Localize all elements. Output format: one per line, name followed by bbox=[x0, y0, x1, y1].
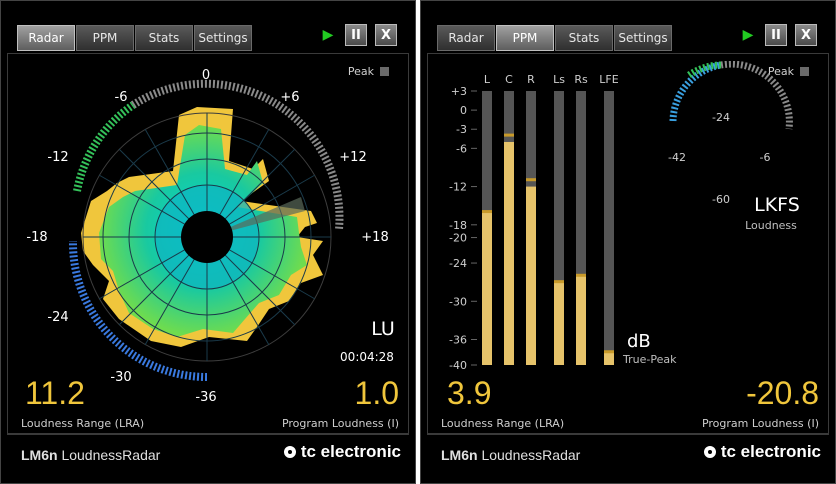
tab-settings[interactable]: Settings bbox=[194, 25, 252, 51]
lkfs-tick-minus42: -42 bbox=[668, 151, 686, 164]
lra-value: 11.2 bbox=[25, 375, 85, 411]
ppm-scale-label: -36 bbox=[449, 334, 467, 347]
peak-sub: True-Peak bbox=[622, 353, 677, 366]
ppm-scale-label: +3 bbox=[451, 85, 467, 98]
tab-radar[interactable]: Radar bbox=[437, 25, 495, 51]
tab-stats[interactable]: Stats bbox=[555, 25, 613, 51]
ppm-channel-lfe: LFE bbox=[599, 73, 618, 86]
ppm-bar-level bbox=[526, 186, 536, 365]
ppm-meter: +30-3-6-12-18-20-24-30-36-40 L C R Ls Rs LFE … bbox=[449, 61, 800, 372]
ppm-scale-label: -40 bbox=[449, 359, 467, 372]
ppm-peak-hold bbox=[554, 280, 564, 284]
ppm-peak-hold bbox=[482, 210, 492, 214]
play-button[interactable]: ▶ bbox=[737, 24, 759, 46]
program-loudness-label: Program Loudness (I) bbox=[281, 417, 399, 430]
ppm-bar-track bbox=[604, 91, 614, 365]
radar-center bbox=[181, 211, 233, 263]
tc-logo-icon bbox=[283, 446, 296, 458]
lkfs-tick-minus6: -6 bbox=[760, 151, 771, 164]
lkfs-sub: Loudness bbox=[745, 219, 797, 232]
radar-tick-0: 0 bbox=[202, 68, 210, 83]
pause-button[interactable]: II bbox=[345, 24, 367, 46]
product-name: LM6n LoudnessRadar bbox=[21, 447, 160, 463]
ppm-channel-labels: L C R Ls Rs LFE bbox=[484, 73, 619, 86]
radar-tick-minus24: -24 bbox=[47, 310, 68, 325]
program-loudness-label: Program Loudness (I) bbox=[701, 417, 819, 430]
app-name: LoudnessRadar bbox=[481, 447, 581, 463]
ppm-channel-c: C bbox=[505, 73, 513, 86]
lra-value: 3.9 bbox=[447, 375, 492, 411]
radar-tick-minus18: -18 bbox=[26, 230, 47, 245]
ppm-scale-label: -20 bbox=[449, 232, 467, 245]
maker-name: tc electronic bbox=[300, 442, 401, 461]
radar-tick-minus36: -36 bbox=[195, 390, 216, 405]
tab-bar: Radar PPM Stats Settings bbox=[17, 25, 253, 53]
divider bbox=[427, 433, 829, 435]
tc-logo-icon bbox=[703, 446, 716, 458]
ppm-scale-label: 0 bbox=[460, 104, 467, 117]
product-name: LM6n LoudnessRadar bbox=[441, 447, 580, 463]
tab-ppm[interactable]: PPM bbox=[496, 25, 554, 51]
radar-tick-plus6: +6 bbox=[280, 90, 299, 105]
lkfs-unit: LKFS bbox=[754, 194, 800, 216]
ppm-peak-hold bbox=[504, 133, 514, 137]
ppm-channel-rs: Rs bbox=[574, 73, 588, 86]
ppm-peak-hold bbox=[576, 273, 586, 277]
maker-name: tc electronic bbox=[720, 442, 821, 461]
tab-radar[interactable]: Radar bbox=[17, 25, 75, 51]
ppm-peak-hold bbox=[526, 178, 536, 182]
pause-button[interactable]: II bbox=[765, 24, 787, 46]
tab-stats[interactable]: Stats bbox=[135, 25, 193, 51]
radar-tick-plus12: +12 bbox=[339, 150, 366, 165]
ppm-scale: +3 0 -3 -6 -12 -18-20 -24 -30 -36 -40 bbox=[449, 85, 477, 372]
maker-logo: tc electronic bbox=[283, 442, 401, 462]
ppm-bar-level bbox=[576, 275, 586, 365]
tab-ppm[interactable]: PPM bbox=[76, 25, 134, 51]
model-name: LM6n bbox=[441, 447, 478, 463]
program-loudness-value: -20.8 bbox=[746, 375, 819, 411]
ppm-channel-ls: Ls bbox=[553, 73, 565, 86]
ppm-scale-label: -3 bbox=[456, 123, 467, 136]
ppm-bar-level bbox=[504, 141, 514, 365]
elapsed-time: 00:04:28 bbox=[340, 350, 394, 364]
ppm-bar-level bbox=[482, 212, 492, 365]
maker-logo: tc electronic bbox=[703, 442, 821, 462]
program-loudness-value: 1.0 bbox=[354, 375, 399, 411]
lkfs-tick-minus60: -60 bbox=[712, 193, 730, 206]
close-button[interactable]: X bbox=[795, 24, 817, 46]
radar-tick-minus6: -6 bbox=[115, 90, 128, 105]
ppm-bars bbox=[482, 91, 614, 365]
ppm-scale-label: -30 bbox=[449, 295, 467, 308]
ppm-bar-level bbox=[604, 352, 614, 365]
radar-tick-plus18: +18 bbox=[361, 230, 388, 245]
lkfs-gauge: -24 -42 -6 -60 bbox=[668, 61, 793, 206]
ppm-scale-label: -6 bbox=[456, 142, 467, 155]
tab-bar: Radar PPM Stats Settings bbox=[437, 25, 673, 53]
ppm-bar-level bbox=[554, 282, 564, 365]
ppm-scale-label: -18 bbox=[449, 219, 467, 232]
ppm-channel-r: R bbox=[527, 73, 535, 86]
ppm-scale-label: -24 bbox=[449, 257, 467, 270]
radar-tick-minus30: -30 bbox=[110, 370, 131, 385]
app-name: LoudnessRadar bbox=[61, 447, 161, 463]
play-button[interactable]: ▶ bbox=[317, 24, 339, 46]
close-button[interactable]: X bbox=[375, 24, 397, 46]
gauge-arc-gray bbox=[720, 61, 793, 130]
lkfs-tick-minus24: -24 bbox=[712, 111, 730, 124]
radar-unit: LU bbox=[371, 318, 395, 340]
ppm-panel: Radar PPM Stats Settings ▶ II X Peak +3 0… bbox=[420, 0, 836, 484]
divider bbox=[7, 433, 409, 435]
radar-tick-minus12: -12 bbox=[47, 150, 68, 165]
lra-label: Loudness Range (LRA) bbox=[441, 417, 565, 430]
peak-unit: dB bbox=[627, 331, 651, 352]
radar-panel: Radar PPM Stats Settings ▶ II X Peak 0 +… bbox=[0, 0, 416, 484]
ppm-peak-hold bbox=[604, 350, 614, 354]
model-name: LM6n bbox=[21, 447, 58, 463]
ppm-channel-l: L bbox=[484, 73, 491, 86]
ppm-scale-label: -12 bbox=[449, 181, 467, 194]
lra-label: Loudness Range (LRA) bbox=[21, 417, 145, 430]
tab-settings[interactable]: Settings bbox=[614, 25, 672, 51]
